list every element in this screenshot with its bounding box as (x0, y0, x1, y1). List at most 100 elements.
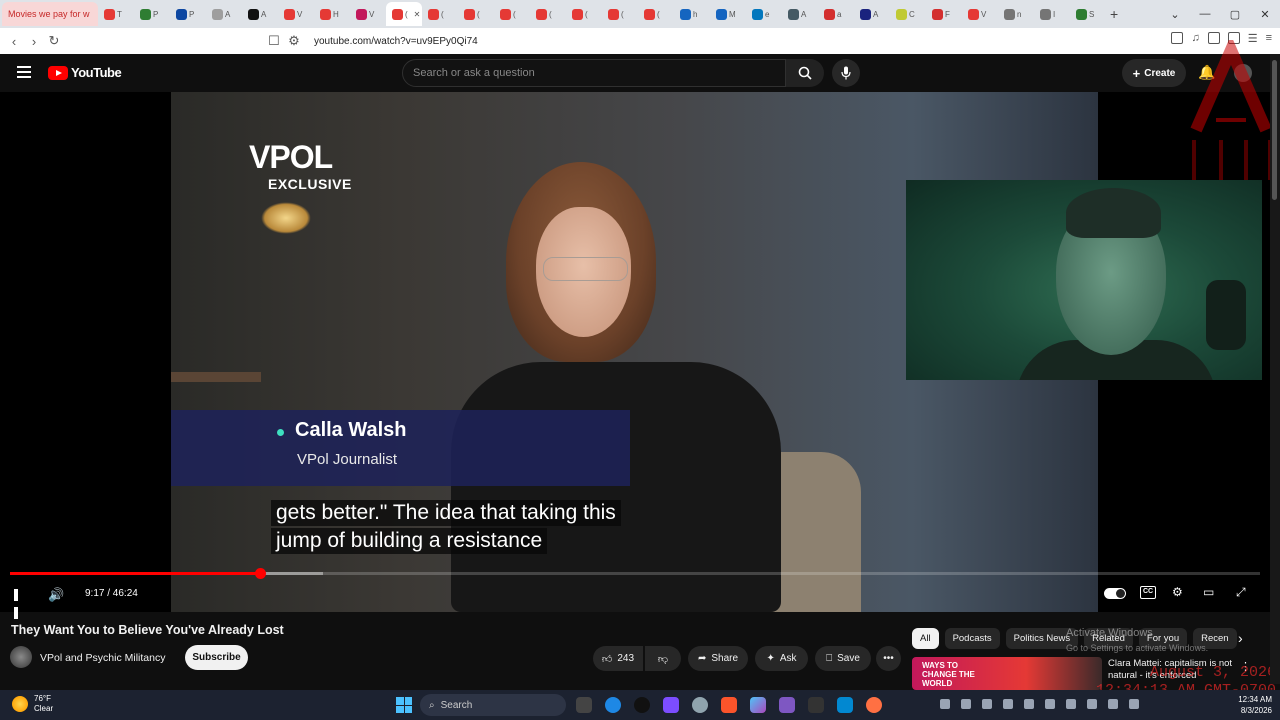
tray-icon-10[interactable] (1129, 699, 1139, 709)
webcam-overlay (906, 180, 1262, 380)
browser-tab[interactable]: (✕ (386, 2, 422, 26)
minimize-icon[interactable]: — (1190, 8, 1220, 20)
browser-tab[interactable]: V (350, 2, 386, 26)
new-tab-icon[interactable]: + (1110, 6, 1118, 22)
browser-tab[interactable]: e (746, 2, 782, 26)
browser-tab[interactable]: A (242, 2, 278, 26)
video-player[interactable]: VPOL EXCLUSIVE Calla Walsh VPol Journali… (0, 92, 1270, 619)
thumbnail-text: WAYS TO CHANGE THE WORLD (922, 661, 975, 688)
browser-tab[interactable]: P (134, 2, 170, 26)
menu-hamburger-icon[interactable] (17, 66, 31, 81)
recommended-thumbnail[interactable]: WAYS TO CHANGE THE WORLD (912, 657, 1102, 690)
channel-avatar[interactable] (10, 646, 32, 668)
scrubber-handle[interactable] (255, 568, 266, 579)
browser-tab[interactable]: n (998, 2, 1034, 26)
settings-gear-icon[interactable]: ⚙ (1172, 585, 1183, 599)
browser-tab[interactable]: ( (530, 2, 566, 26)
app-arrow-icon[interactable] (634, 697, 650, 713)
windows-start-icon[interactable] (396, 697, 412, 713)
browser-tab[interactable]: M (710, 2, 746, 26)
fullscreen-icon[interactable]: ⤢ (1236, 585, 1246, 600)
taskbar-search[interactable]: ⌕ Search (420, 694, 566, 716)
browser-tab[interactable]: P (170, 2, 206, 26)
tab-first[interactable]: Movies we pay for w (2, 2, 98, 26)
github-icon[interactable] (605, 697, 621, 713)
create-button[interactable]: + Create (1122, 59, 1186, 87)
save-button[interactable]: ⎕ Save (815, 646, 871, 671)
page-scrollbar[interactable] (1270, 54, 1280, 684)
settings-app-icon[interactable] (692, 697, 708, 713)
extensions-icon[interactable] (1171, 32, 1184, 44)
close-window-icon[interactable]: ✕ (1250, 8, 1280, 21)
browser-tab[interactable]: A (854, 2, 890, 26)
browser-tab[interactable]: ( (566, 2, 602, 26)
browser-tab[interactable]: ( (494, 2, 530, 26)
search-button[interactable] (786, 59, 824, 87)
chips-next-icon[interactable]: › (1238, 630, 1243, 646)
dislike-button[interactable]: 👎︎ (645, 646, 681, 671)
browser-tab[interactable]: H (314, 2, 350, 26)
close-tab-icon[interactable]: ✕ (414, 10, 421, 19)
channel-name[interactable]: VPol and Psychic Militancy (40, 652, 165, 664)
progress-bar[interactable] (10, 568, 1260, 579)
app-orange-icon[interactable] (866, 697, 882, 713)
browser-tab[interactable]: S (1070, 2, 1106, 26)
tray-icon-7[interactable] (1066, 699, 1076, 709)
taskbar-clock[interactable]: 12:34 AM 8/3/2026 (1238, 694, 1272, 716)
site-info-icon[interactable]: ⚙ (284, 33, 304, 49)
browser-tab[interactable]: V (278, 2, 314, 26)
volume-icon[interactable]: 🔊 (48, 587, 64, 603)
browser-tab[interactable]: A (782, 2, 818, 26)
task-view-icon[interactable] (576, 697, 592, 713)
bookmark-icon[interactable]: ☐ (264, 33, 284, 49)
maximize-icon[interactable]: ▢ (1220, 8, 1250, 21)
weather-widget[interactable]: 76°F Clear (12, 694, 53, 714)
url-text[interactable]: youtube.com/watch?v=uv9EPy0Qi74 (314, 36, 478, 47)
tray-icon-4[interactable] (1003, 699, 1013, 709)
search-input[interactable]: Search or ask a question (402, 59, 786, 87)
youtube-logo[interactable]: YouTube (48, 65, 122, 80)
browser-tab[interactable]: T (98, 2, 134, 26)
browser-tab[interactable]: F (926, 2, 962, 26)
back-icon[interactable]: ‹ (4, 34, 24, 49)
app-dark-icon[interactable] (808, 697, 824, 713)
app-purple-icon[interactable] (779, 697, 795, 713)
tray-icon-8[interactable] (1087, 699, 1097, 709)
browser-tab[interactable]: ( (422, 2, 458, 26)
tray-icon-5[interactable] (1024, 699, 1034, 709)
browser-tab[interactable]: V (962, 2, 998, 26)
browser-tab[interactable]: ( (638, 2, 674, 26)
browser-tab[interactable]: ( (458, 2, 494, 26)
app-blue-icon[interactable] (837, 697, 853, 713)
filter-chip[interactable]: Podcasts (944, 628, 1000, 649)
copilot-icon[interactable] (750, 697, 766, 713)
browser-tab[interactable]: C (890, 2, 926, 26)
brave-browser-icon[interactable] (721, 697, 737, 713)
captions-icon[interactable]: CC (1140, 586, 1156, 599)
filter-chip[interactable]: All (912, 628, 939, 649)
browser-tab[interactable]: h (674, 2, 710, 26)
browser-tab[interactable]: A (206, 2, 242, 26)
more-actions-button[interactable]: ••• (876, 646, 901, 671)
tray-icon-2[interactable] (961, 699, 971, 709)
browser-tab[interactable]: ( (602, 2, 638, 26)
subscribe-button[interactable]: Subscribe (185, 645, 248, 670)
tray-icon-1[interactable] (940, 699, 950, 709)
tray-icon-6[interactable] (1045, 699, 1055, 709)
scrollbar-thumb[interactable] (1272, 60, 1277, 200)
forward-icon[interactable]: › (24, 34, 44, 49)
voice-search-button[interactable] (832, 59, 860, 87)
theater-mode-icon[interactable]: ▭ (1203, 585, 1214, 599)
browser-tab[interactable]: I (1034, 2, 1070, 26)
reload-icon[interactable]: ↻ (44, 33, 64, 49)
tray-icon-3[interactable] (982, 699, 992, 709)
share-button[interactable]: ➦ Share (688, 646, 748, 671)
ask-button[interactable]: ✦ Ask (755, 646, 808, 671)
tab-search-chevron-icon[interactable]: ⌄ (1160, 8, 1190, 21)
autoplay-toggle[interactable] (1104, 588, 1126, 599)
pause-icon[interactable] (14, 588, 26, 619)
like-button[interactable]: 👍︎ 243 (593, 646, 643, 671)
browser-tab[interactable]: a (818, 2, 854, 26)
grid-app-icon[interactable] (663, 697, 679, 713)
tray-icon-9[interactable] (1108, 699, 1118, 709)
